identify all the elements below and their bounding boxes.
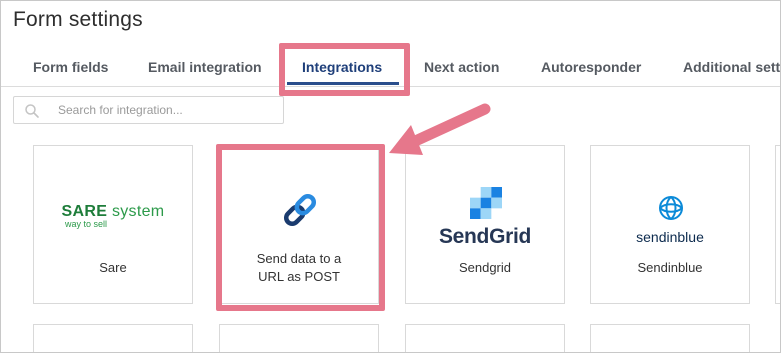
integration-card-row2[interactable] xyxy=(33,324,193,352)
search-input[interactable]: Search for integration... xyxy=(13,96,284,124)
sare-logo: SARE system way to sell xyxy=(34,203,192,229)
form-settings-panel: Form settings Form fields Email integrat… xyxy=(0,0,781,353)
page-title: Form settings xyxy=(13,8,143,31)
sendinblue-icon xyxy=(657,194,685,222)
tab-highlight-box xyxy=(279,43,410,96)
tab-next-action[interactable]: Next action xyxy=(424,59,499,75)
integration-card-sare[interactable]: SARE system way to sell Sare xyxy=(33,145,193,304)
search-icon xyxy=(24,103,40,119)
annotation-arrow-icon xyxy=(381,99,501,163)
sendgrid-icon xyxy=(470,187,502,219)
integration-card-sendgrid[interactable]: SendGrid Sendgrid xyxy=(405,145,565,304)
sare-logo-suffix: system xyxy=(111,203,165,220)
tab-autoresponder[interactable]: Autoresponder xyxy=(541,59,641,75)
integration-label: Sendgrid xyxy=(458,260,512,275)
sare-logo-main: SARE xyxy=(61,203,108,220)
integration-card-row2[interactable] xyxy=(590,324,750,352)
sendgrid-logo-text: SendGrid xyxy=(438,225,532,248)
tab-additional-settings[interactable]: Additional setti xyxy=(683,59,780,75)
integration-card-sendinblue[interactable]: sendinblue Sendinblue xyxy=(590,145,750,304)
card-highlight-box xyxy=(216,144,385,311)
integration-label: Sendinblue xyxy=(637,260,703,275)
sendinblue-logo-text: sendinblue xyxy=(636,229,704,245)
tab-form-fields[interactable]: Form fields xyxy=(33,59,108,75)
integration-card-row2[interactable] xyxy=(219,324,379,352)
integration-card-partial[interactable] xyxy=(775,145,780,304)
tab-email-integration[interactable]: Email integration xyxy=(148,59,262,75)
integration-card-row2[interactable] xyxy=(405,324,565,352)
integration-label: Sare xyxy=(99,260,127,275)
search-placeholder: Search for integration... xyxy=(58,103,183,117)
